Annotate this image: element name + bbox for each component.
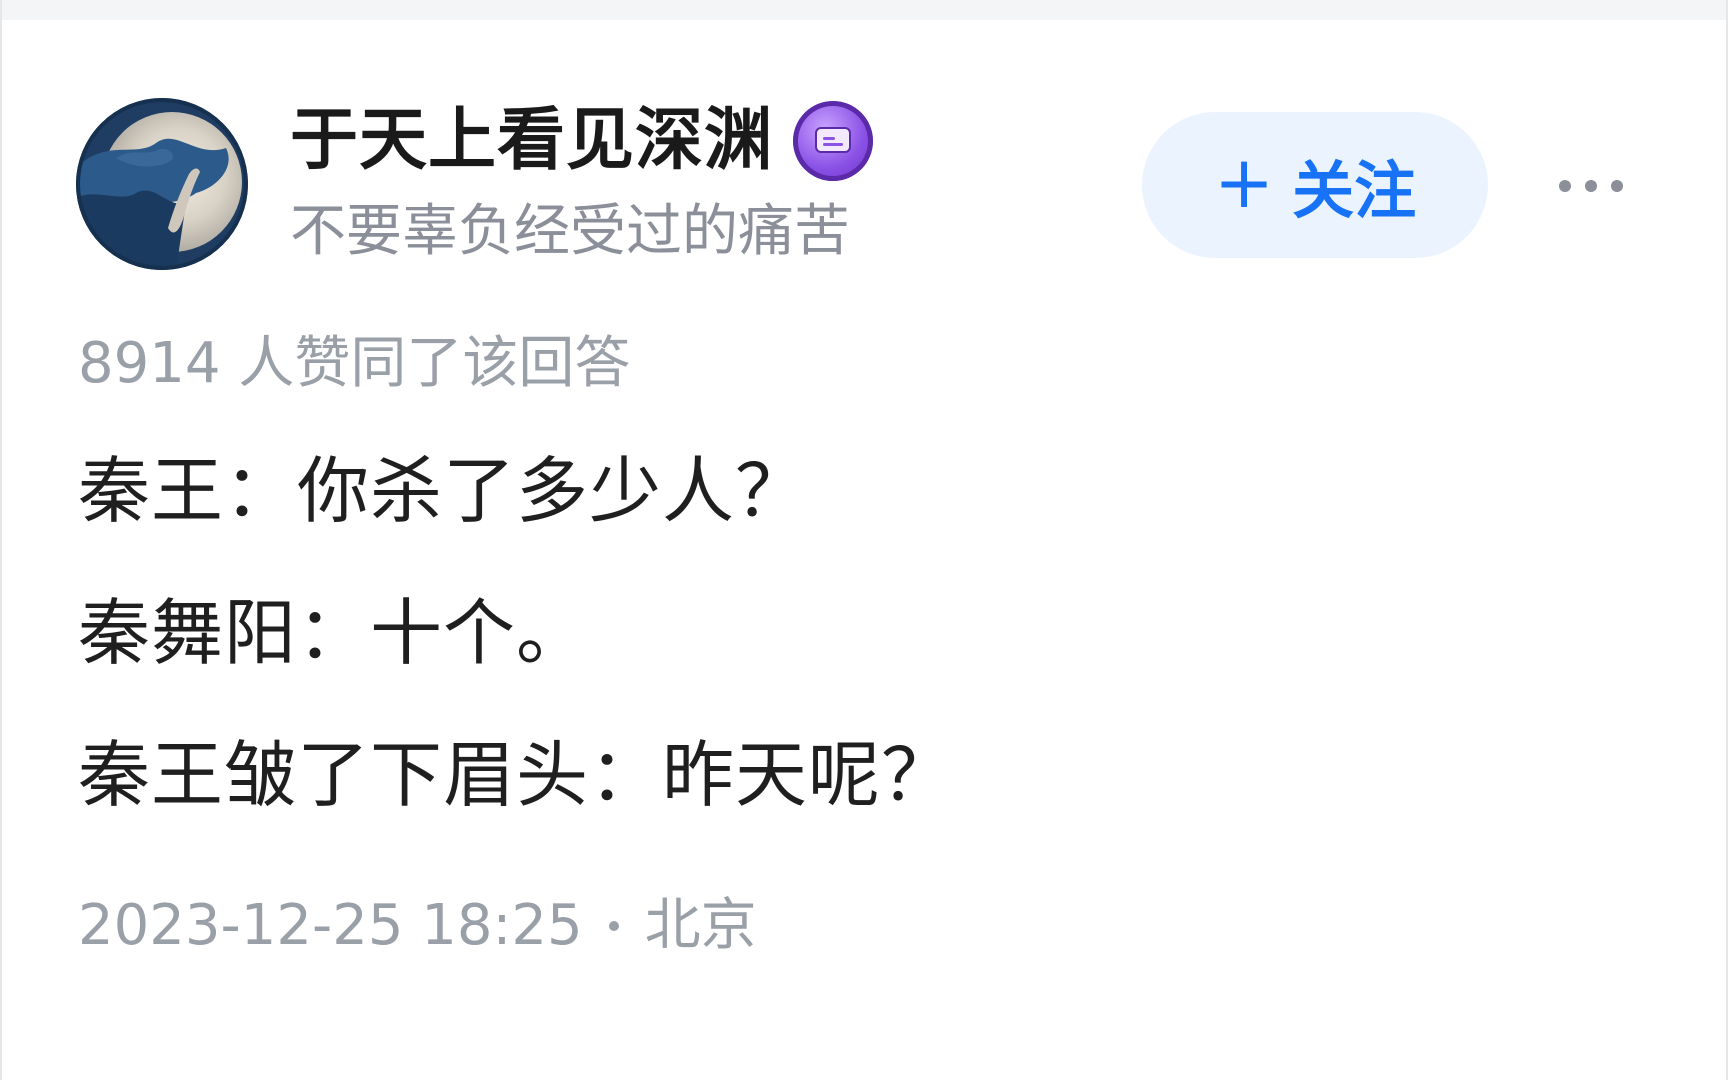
answer-content: 秦王：你杀了多少人？ 秦舞阳：十个。 秦王皱了下眉头：昨天呢？ bbox=[78, 455, 1638, 881]
answer-line: 秦王皱了下眉头：昨天呢？ bbox=[78, 733, 955, 817]
more-dots-icon bbox=[1559, 180, 1623, 192]
avatar-image bbox=[76, 98, 248, 270]
left-border bbox=[0, 0, 2, 1080]
separator-dot bbox=[608, 921, 619, 931]
plus-icon: + bbox=[1213, 140, 1275, 224]
badge-screen-icon bbox=[815, 127, 852, 153]
more-button[interactable] bbox=[1546, 156, 1636, 216]
author-name-row: 于天上看见深渊 bbox=[290, 100, 874, 182]
purple-badge-icon[interactable] bbox=[793, 101, 874, 181]
avatar[interactable] bbox=[76, 98, 248, 270]
location: 北京 bbox=[644, 893, 757, 958]
follow-button[interactable]: + 关注 bbox=[1142, 112, 1488, 258]
answer-line: 秦舞阳：十个。 bbox=[78, 591, 590, 675]
answer-line: 秦王：你杀了多少人？ bbox=[78, 449, 809, 533]
timestamp: 2023-12-25 18:25 bbox=[78, 893, 583, 958]
top-divider bbox=[0, 0, 1728, 20]
answer-meta: 2023-12-25 18:25 北京 bbox=[78, 898, 757, 954]
follow-label: 关注 bbox=[1292, 154, 1417, 227]
answer-card: 于天上看见深渊 不要辜负经受过的痛苦 + 关注 8914 人赞同了该回答 秦王：… bbox=[0, 0, 1728, 1080]
vote-count[interactable]: 8914 人赞同了该回答 bbox=[78, 336, 630, 392]
author-name[interactable]: 于天上看见深渊 bbox=[290, 107, 773, 175]
author-bio: 不要辜负经受过的痛苦 bbox=[290, 199, 850, 264]
